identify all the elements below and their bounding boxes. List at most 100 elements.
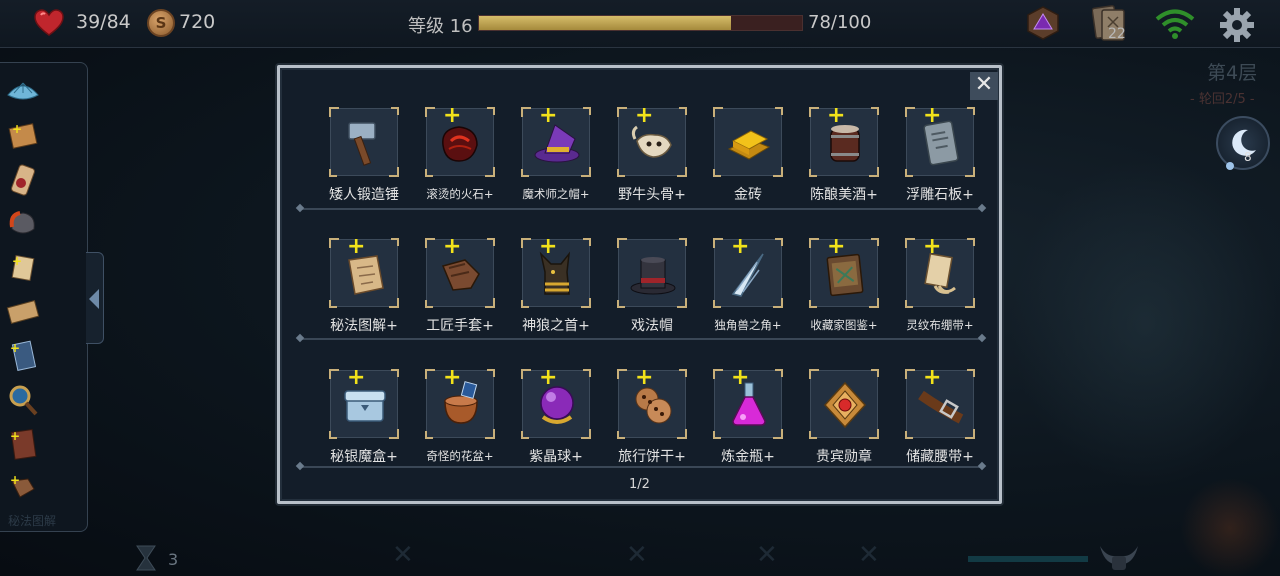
relic-slot[interactable]: + xyxy=(425,236,495,308)
relic-slot[interactable] xyxy=(713,107,783,177)
relic-slot[interactable] xyxy=(617,238,687,308)
svg-text:+: + xyxy=(10,341,20,355)
d20-gem-icon[interactable] xyxy=(1025,5,1061,41)
relic-slot[interactable]: + xyxy=(617,105,687,177)
bottom-progress-bar xyxy=(968,556,1088,562)
clam-shell-icon[interactable] xyxy=(6,75,40,109)
slot-corner xyxy=(713,431,721,439)
relic-name: 贵宾勋章 xyxy=(816,449,872,465)
map-scroll-icon[interactable]: + xyxy=(6,119,40,153)
relic-item[interactable]: + 秘法图解+ xyxy=(316,236,412,339)
slot-corner xyxy=(905,300,913,308)
relic-slot[interactable]: + xyxy=(809,234,879,308)
relic-item[interactable]: 戏法帽 xyxy=(604,238,700,339)
upgrade-plus-icon: + xyxy=(923,234,942,259)
relic-slot[interactable]: + xyxy=(329,236,399,308)
relic-item[interactable]: + 魔术师之帽+ xyxy=(508,105,604,208)
slot-corner xyxy=(679,107,687,115)
relic-slot[interactable]: + xyxy=(425,105,495,177)
relic-item[interactable]: + 工匠手套+ xyxy=(412,236,508,339)
relic-item[interactable]: + 紫晶球+ xyxy=(508,365,604,470)
relic-item[interactable]: + 灵纹布绷带+ xyxy=(892,234,988,339)
relic-item[interactable]: + 神狼之首+ xyxy=(508,236,604,339)
slot-corner xyxy=(905,431,913,439)
relic-name: 炼金瓶+ xyxy=(721,449,775,465)
gold-bar-icon xyxy=(727,130,771,160)
relic-name: 灵纹布绷带+ xyxy=(906,318,974,332)
upgrade-plus-icon: + xyxy=(539,365,558,390)
relic-slot[interactable]: + xyxy=(905,105,975,177)
slot-corner xyxy=(521,431,529,439)
relic-item[interactable]: 矮人锻造锤 xyxy=(316,107,412,208)
relic-item[interactable]: + 储藏腰带+ xyxy=(892,367,988,470)
relic-slot[interactable]: + xyxy=(617,367,687,439)
relic-slot[interactable]: + xyxy=(713,236,783,308)
spellbook-icon[interactable]: + xyxy=(6,427,40,461)
relic-item[interactable]: + 炼金瓶+ xyxy=(700,367,796,470)
relic-item[interactable]: + 滚烫的火石+ xyxy=(412,105,508,208)
relic-name: 浮雕石板+ xyxy=(906,187,974,203)
relic-item[interactable]: + 收藏家图鉴+ xyxy=(796,234,892,339)
relic-item[interactable]: 贵宾勋章 xyxy=(796,369,892,470)
moon-badge[interactable] xyxy=(1216,116,1270,170)
slot-corner xyxy=(583,238,591,246)
relic-item[interactable]: + 独角兽之角+ xyxy=(700,236,796,339)
heart-icon xyxy=(34,9,64,36)
xp-value: 78/100 xyxy=(808,12,872,33)
upgrade-plus-icon: + xyxy=(443,365,462,390)
gold-value: 720 xyxy=(179,11,216,33)
relic-item[interactable]: + 野牛头骨+ xyxy=(604,105,700,208)
slot-corner xyxy=(487,369,495,377)
close-button[interactable]: ✕ xyxy=(970,72,998,100)
relic-slot[interactable]: + xyxy=(521,236,591,308)
relic-slot[interactable]: + xyxy=(905,367,975,439)
relic-slot[interactable] xyxy=(809,369,879,439)
relic-item[interactable]: 金砖 xyxy=(700,107,796,208)
upgrade-plus-icon: + xyxy=(827,234,846,259)
crossed-swords-icon: ✕ xyxy=(626,540,648,570)
crescent-moon-icon xyxy=(1232,129,1256,156)
hp-value: 39/84 xyxy=(76,11,131,33)
cycle-label: - 轮回2/5 - xyxy=(1190,92,1255,107)
relic-item[interactable]: + 奇怪的花盆+ xyxy=(412,365,508,470)
relic-item[interactable]: + 旅行饼干+ xyxy=(604,367,700,470)
relic-slot[interactable]: + xyxy=(905,234,975,308)
bandaged-scroll-icon[interactable]: + xyxy=(6,251,40,285)
svg-text:+: + xyxy=(12,122,22,136)
slot-corner xyxy=(521,300,529,308)
slot-corner xyxy=(329,431,337,439)
slot-corner xyxy=(425,169,433,177)
magnifier-icon[interactable] xyxy=(6,383,40,417)
relic-name: 魔术师之帽+ xyxy=(522,187,590,201)
slot-corner xyxy=(425,431,433,439)
horned-helmet-icon xyxy=(1100,546,1138,570)
gloves-icon[interactable]: + xyxy=(6,471,40,505)
relic-name: 收藏家图鉴+ xyxy=(810,318,878,332)
inventory-sidebar: + + + + + xyxy=(0,62,88,532)
relic-slot[interactable]: + xyxy=(521,365,591,439)
slot-corner xyxy=(871,107,879,115)
relic-item[interactable]: + 浮雕石板+ xyxy=(892,105,988,208)
flame-rock-icon[interactable] xyxy=(6,207,40,241)
relic-slot[interactable]: + xyxy=(425,365,495,439)
slot-corner xyxy=(487,107,495,115)
tarot-card-icon[interactable]: + xyxy=(6,339,40,373)
relic-name: 野牛头骨+ xyxy=(618,187,686,203)
slot-corner xyxy=(775,107,783,115)
relic-row: + 秘银魔盒+ + 奇怪的花盆+ + 紫晶球+ + 旅行饼干+ + 炼金瓶+ 贵宾勋章 + 储藏腰带+ xyxy=(316,365,975,470)
relic-slot[interactable] xyxy=(329,107,399,177)
sidebar-collapse-tab[interactable] xyxy=(86,252,104,344)
relic-slot[interactable]: + xyxy=(329,367,399,439)
parchment-icon[interactable] xyxy=(6,295,40,329)
relic-item[interactable]: + 陈酿美酒+ xyxy=(796,105,892,208)
relic-item[interactable]: + 秘银魔盒+ xyxy=(316,367,412,470)
relic-slot[interactable]: + xyxy=(713,367,783,439)
relic-name: 奇怪的花盆+ xyxy=(426,449,494,463)
wifi-icon xyxy=(1155,9,1195,39)
relic-slot[interactable]: + xyxy=(809,105,879,177)
relic-name: 滚烫的火石+ xyxy=(426,187,494,201)
slot-corner xyxy=(329,300,337,308)
gear-icon[interactable] xyxy=(1219,7,1255,43)
relic-slot[interactable]: + xyxy=(521,105,591,177)
sealed-scroll-icon[interactable] xyxy=(6,163,40,197)
